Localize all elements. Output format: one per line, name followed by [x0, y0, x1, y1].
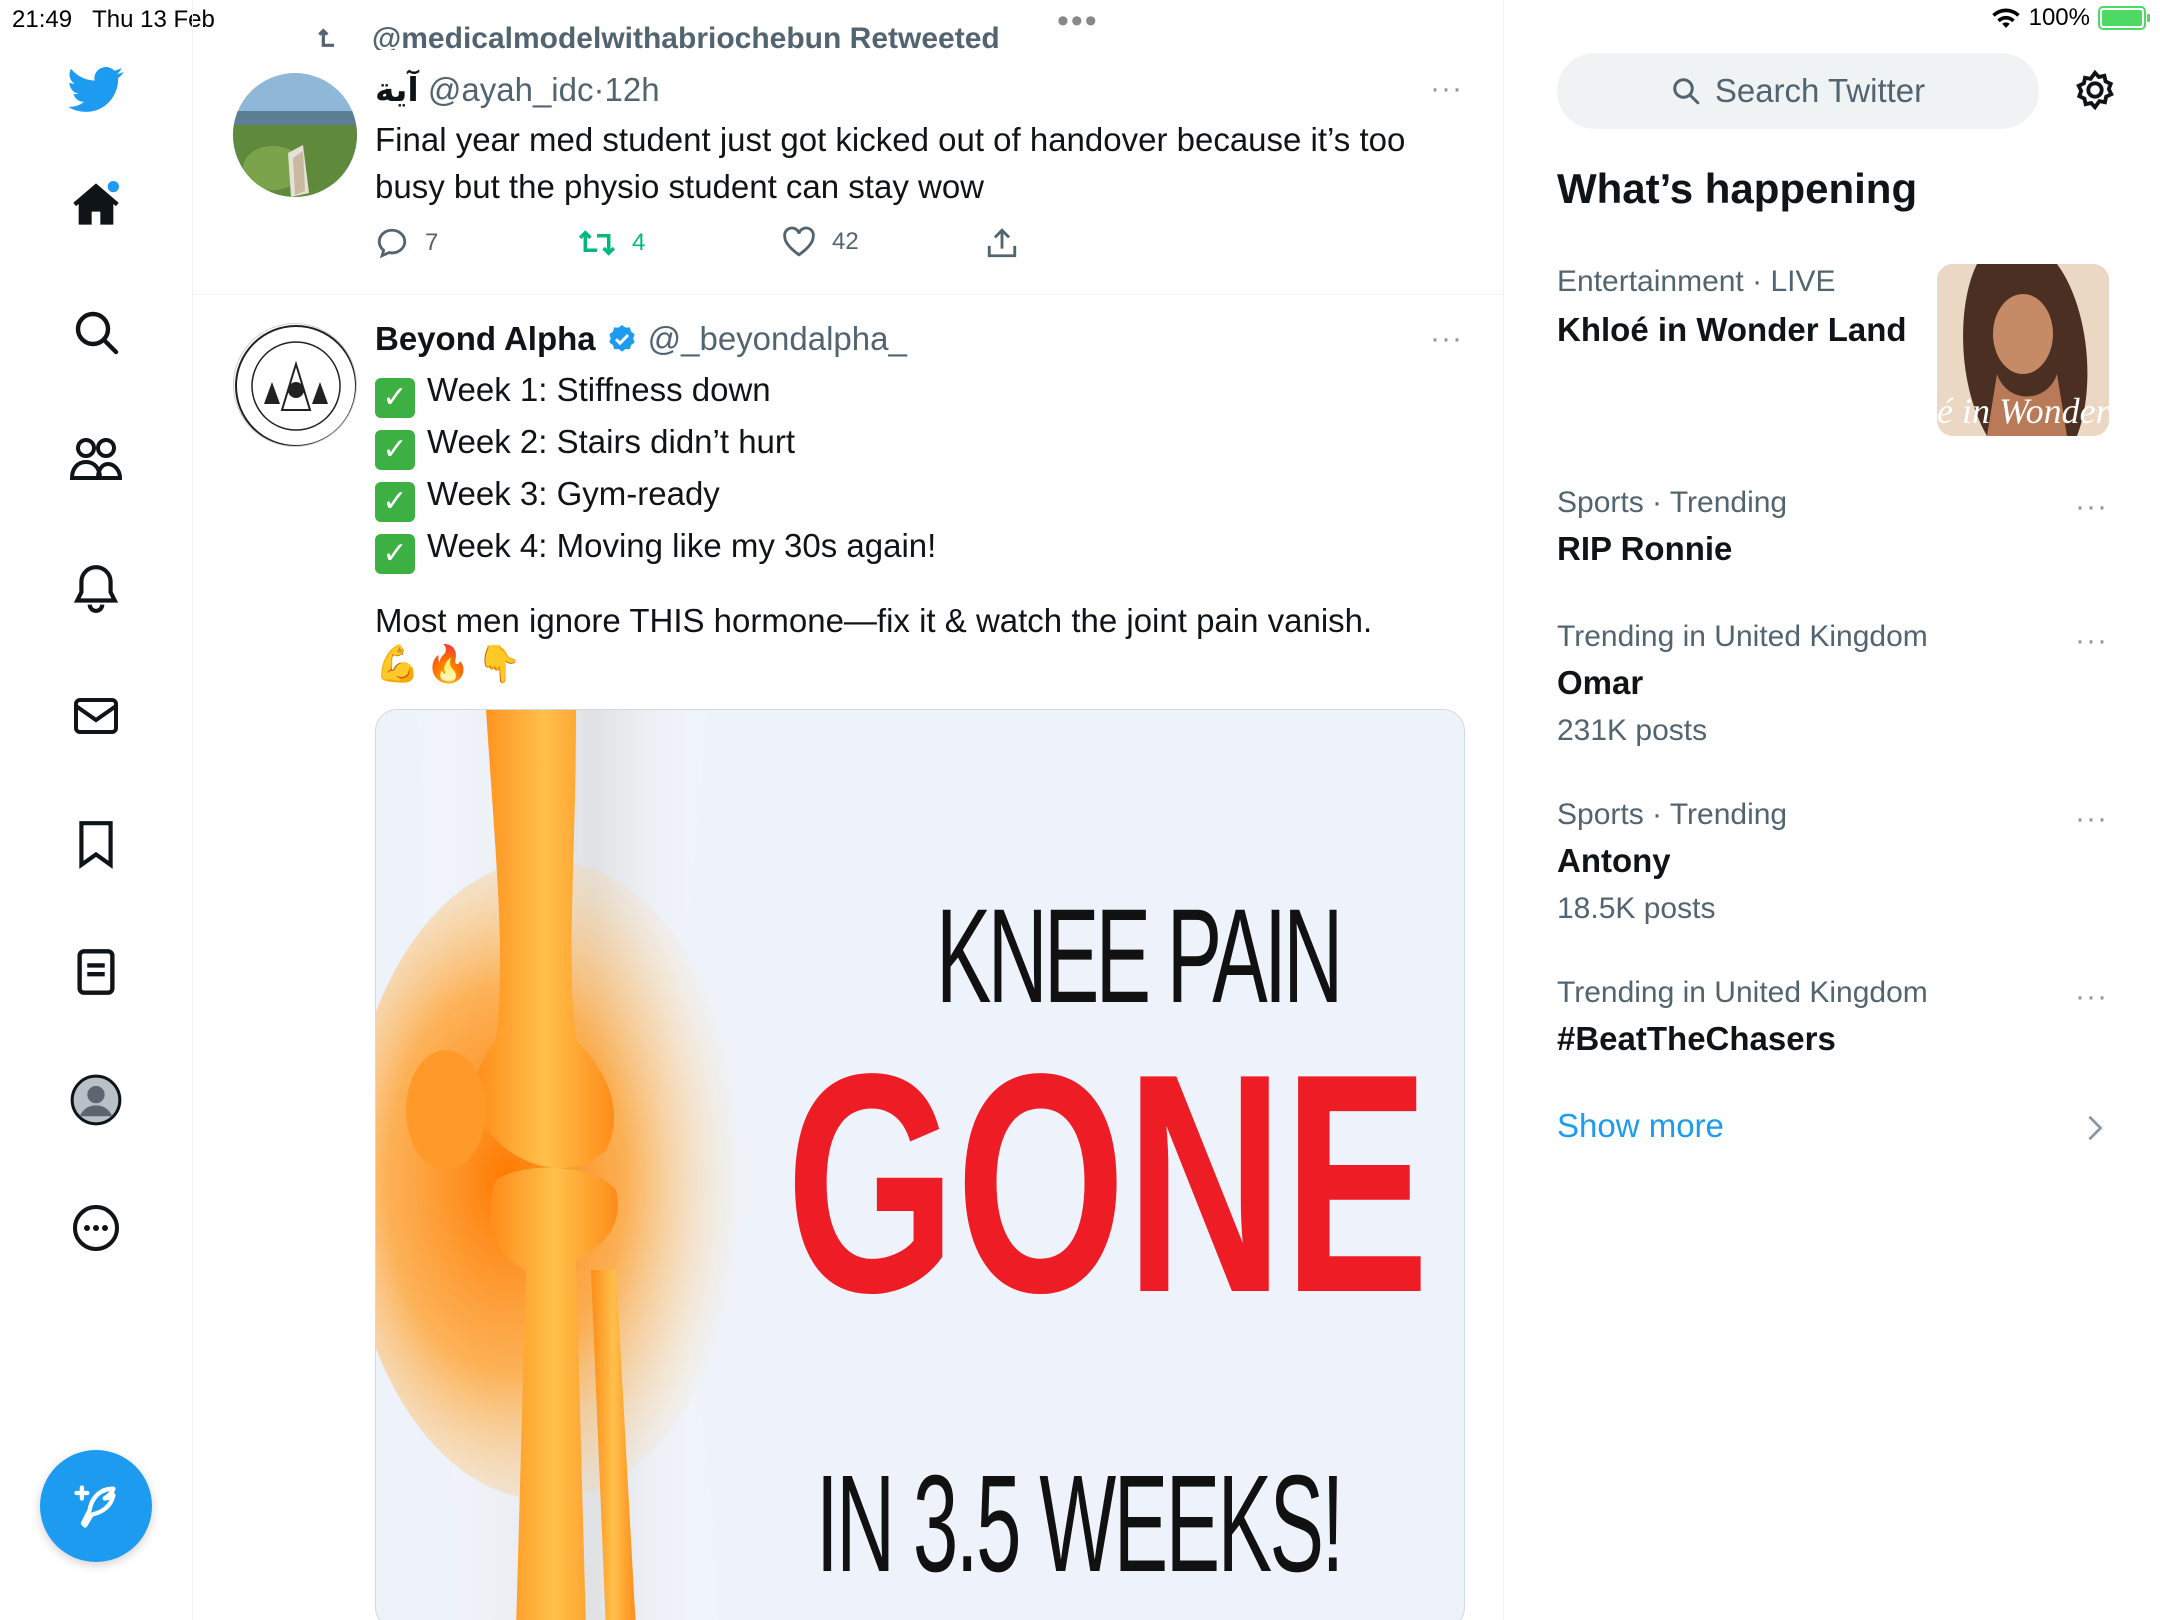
tweet2-more-button[interactable]: ··· — [1430, 322, 1463, 356]
compose-icon — [74, 1485, 116, 1528]
tweet1-handle[interactable]: @ayah_idc — [428, 71, 594, 108]
tweet1-reply-button[interactable]: 7 — [375, 226, 438, 260]
tweet2-media-image[interactable]: KNEE PAIN GONE IN 3.5 WEEKS! — [375, 709, 1465, 1620]
tweet1-text: Final year med student just got kicked o… — [375, 121, 1406, 205]
column-divider — [1503, 0, 1504, 1620]
tweet2-emojis: 💪🔥👇 — [375, 643, 528, 684]
tweet1-retweet-button[interactable]: 4 — [578, 226, 645, 260]
check-mark-icon: ✓ — [375, 378, 415, 418]
search-icon[interactable] — [58, 294, 134, 370]
tweet2-body: Most men ignore THIS hormone—fix it & wa… — [375, 602, 1373, 639]
tweet2-checklist: ✓ Week 1: Stiffness down ✓ Week 2: Stairs … — [375, 366, 1475, 574]
whats-happening-title: What’s happening — [1557, 165, 1918, 212]
checklist-item: ✓ Week 2: Stairs didn’t hurt — [375, 418, 1475, 470]
tweet1-like-count: 42 — [832, 228, 859, 255]
checklist-item: ✓ Week 1: Stiffness down — [375, 366, 1475, 418]
trend-title: RIP Ronnie — [1557, 530, 1733, 567]
wifi-icon — [1991, 8, 2020, 29]
trend-meta: Sports · Trending — [1557, 486, 1788, 519]
tweet-divider — [193, 294, 1503, 295]
trend-more-button[interactable]: ··· — [2075, 980, 2108, 1014]
messages-icon[interactable] — [58, 678, 134, 754]
checklist-item: ✓ Week 3: Gym-ready — [375, 470, 1475, 522]
trend-more-button[interactable]: ··· — [2075, 624, 2108, 658]
trend-more-button[interactable]: ··· — [2075, 490, 2108, 524]
tweet1-separator: · — [593, 71, 605, 108]
check-mark-icon: ✓ — [375, 482, 415, 522]
heart-icon — [783, 226, 815, 257]
media-headline-line3: IN 3.5 WEEKS! — [816, 1447, 1344, 1601]
search-icon — [1673, 78, 1700, 105]
trend-count: 231K posts — [1557, 714, 1708, 747]
featured-thumbnail[interactable]: é in Wonder l — [1937, 264, 2109, 436]
retweet-context-icon — [318, 26, 350, 50]
twitter-logo-icon[interactable] — [58, 52, 134, 128]
trend-meta: Sports · Trending — [1557, 798, 1788, 831]
trend-title: Antony — [1557, 842, 1671, 879]
tweet1-time[interactable]: 12h — [605, 71, 660, 108]
reply-icon — [377, 228, 407, 259]
verified-badge-icon — [608, 325, 635, 352]
tweet2-handle[interactable]: @_beyondalpha_ — [648, 320, 907, 358]
show-more-link[interactable]: Show more — [1557, 1107, 1724, 1145]
tweet2-header: Beyond Alpha @_beyondalpha_ — [375, 320, 907, 358]
lists-icon[interactable] — [58, 934, 134, 1010]
more-icon[interactable] — [58, 1190, 134, 1266]
trend-item[interactable]: Trending in United Kingdom Omar 231K pos… — [1557, 620, 2117, 748]
trend-more-button[interactable]: ··· — [2075, 802, 2108, 836]
tweet1-like-button[interactable]: 42 — [782, 226, 859, 258]
featured-thumb-text: é in Wonder l — [1937, 391, 2109, 431]
checklist-item: ✓ Week 4: Moving like my 30s again! — [375, 522, 1475, 574]
notifications-icon[interactable] — [58, 550, 134, 626]
featured-title: Khloé in Wonder Land — [1557, 311, 1907, 348]
tweet2-author-name[interactable]: Beyond Alpha — [375, 320, 596, 358]
status-indicators: 100% — [1991, 4, 2150, 32]
battery-percent: 100% — [2028, 4, 2090, 31]
trend-title: Omar — [1557, 664, 1644, 701]
tweet1-reply-count: 7 — [425, 229, 439, 256]
check-mark-icon: ✓ — [375, 430, 415, 470]
featured-live: LIVE — [1770, 265, 1836, 298]
communities-icon[interactable] — [58, 422, 134, 498]
trend-meta: Trending in United Kingdom — [1557, 976, 1928, 1009]
featured-category: Entertainment — [1557, 265, 1744, 298]
tweet1-avatar[interactable] — [233, 73, 357, 197]
featured-trend[interactable]: Entertainment · LIVE Khloé in Wonder Lan… — [1557, 265, 1917, 349]
search-input[interactable]: Search Twitter — [1557, 53, 2039, 129]
retweet-context[interactable]: @medicalmodelwithabriochebun Retweeted — [372, 22, 1000, 50]
trend-item[interactable]: Trending in United Kingdom #BeatTheChase… — [1557, 976, 2117, 1058]
trend-count: 18.5K posts — [1557, 892, 1716, 925]
search-placeholder: Search Twitter — [1714, 72, 1926, 109]
tweet1-share-button[interactable] — [986, 226, 1018, 260]
media-headline-line2: GONE — [786, 1010, 1430, 1358]
trend-item[interactable]: Sports · Trending Antony 18.5K posts — [1557, 798, 2117, 926]
gear-icon — [2076, 69, 2114, 111]
trend-item[interactable]: Sports · Trending RIP Ronnie — [1557, 486, 2117, 568]
tweet1-retweet-count: 4 — [632, 229, 646, 256]
retweet-icon — [578, 230, 616, 256]
battery-level — [2102, 10, 2142, 26]
battery-icon — [2098, 6, 2150, 30]
chevron-right-icon[interactable] — [2086, 1114, 2104, 1147]
check-mark-icon: ✓ — [375, 534, 415, 574]
share-icon — [987, 228, 1017, 258]
compose-button[interactable] — [40, 1450, 152, 1562]
settings-button[interactable] — [2072, 67, 2118, 118]
profile-icon[interactable] — [58, 1062, 134, 1138]
home-icon[interactable] — [58, 166, 134, 242]
tweet2-avatar[interactable] — [233, 323, 357, 447]
trend-meta: Trending in United Kingdom — [1557, 620, 1928, 653]
trend-title: #BeatTheChasers — [1557, 1020, 1836, 1057]
tweet1-more-button[interactable]: ··· — [1430, 72, 1463, 106]
bookmarks-icon[interactable] — [58, 806, 134, 882]
tweet1-header: آية @ayah_idc·12h — [375, 70, 660, 109]
tweet1-author-name[interactable]: آية — [375, 71, 419, 108]
